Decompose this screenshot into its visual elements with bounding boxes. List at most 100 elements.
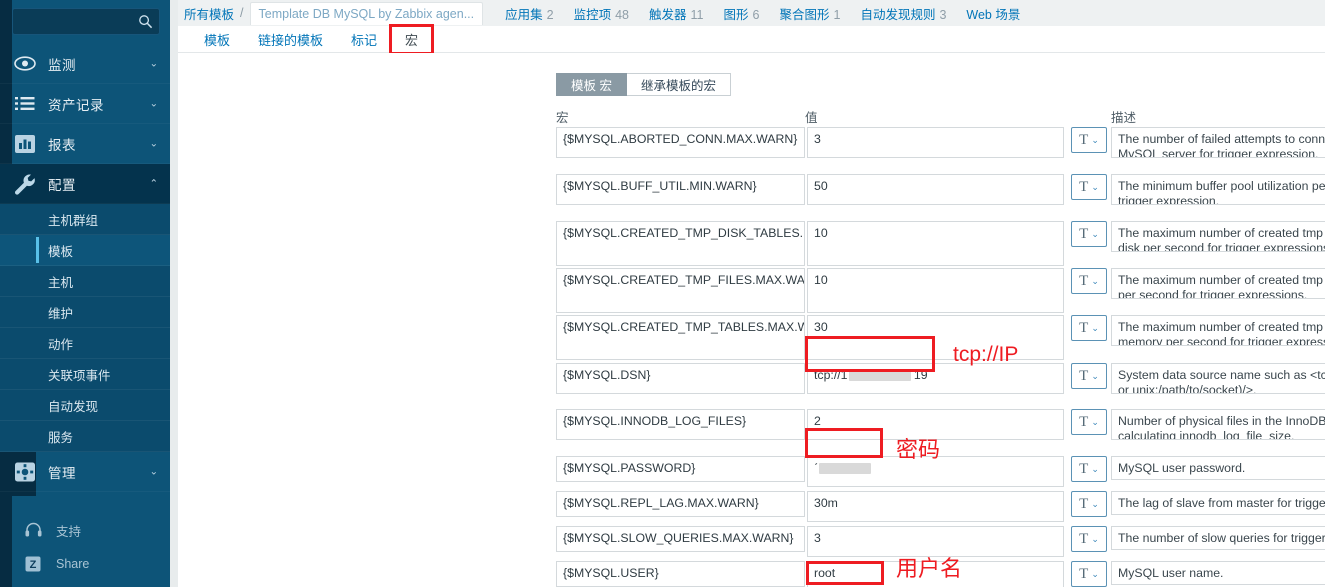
breadcrumb-link-screens[interactable]: 聚合图形 1 xyxy=(779,4,840,23)
sidebar-item-configuration[interactable]: 配置 ⌃ xyxy=(0,164,170,204)
macro-type-button[interactable]: T ⌄ xyxy=(1071,561,1107,587)
macro-description-input[interactable]: The minimum buffer pool utilization perc… xyxy=(1111,174,1325,205)
macro-type-button[interactable]: T ⌄ xyxy=(1071,409,1107,435)
link-label[interactable]: 图形 xyxy=(724,8,749,22)
link-label[interactable]: 应用集 xyxy=(505,8,543,22)
macro-name-input[interactable]: {$MYSQL.INNODB_LOG_FILES} xyxy=(556,409,805,440)
search-input[interactable] xyxy=(19,9,133,34)
macro-description-input[interactable]: MySQL user name. xyxy=(1111,561,1325,585)
tab-macros[interactable]: 宏 xyxy=(389,23,435,55)
chevron-up-icon: ⌃ xyxy=(149,178,158,189)
macro-value-input[interactable]: 30 xyxy=(807,315,1064,360)
sidebar-nav: 监测 ⌄ 资产记录 ⌄ 报表 ⌄ 配置 ⌃ 主机群组 模板 主机 维护 动作 关… xyxy=(0,44,170,496)
segment-template-macros[interactable]: 模板 宏 xyxy=(556,73,627,96)
macro-value-input[interactable]: 10 xyxy=(807,268,1064,313)
macro-name-input[interactable]: {$MYSQL.CREATED_TMP_TABLES.MAX.WARN} xyxy=(556,315,805,360)
macro-rows: {$MYSQL.ABORTED_CONN.MAX.WARN} 3 T ⌄ The num… xyxy=(178,127,1325,587)
sidebar-item-monitoring[interactable]: 监测 ⌄ xyxy=(0,44,170,84)
macro-name-input[interactable]: {$MYSQL.DSN} xyxy=(556,363,805,394)
macro-name-input[interactable]: {$MYSQL.CREATED_TMP_FILES.MAX.WARN} xyxy=(556,268,805,313)
search-box[interactable] xyxy=(12,8,160,35)
sidebar-item-hosts[interactable]: 主机 xyxy=(0,266,170,297)
macro-type-button[interactable]: T ⌄ xyxy=(1071,174,1107,200)
breadcrumb-link-graphs[interactable]: 图形 6 xyxy=(724,4,760,23)
macro-description-input[interactable]: MySQL user password. xyxy=(1111,456,1325,480)
macro-type-button[interactable]: T ⌄ xyxy=(1071,491,1107,517)
sidebar-item-services[interactable]: 服务 xyxy=(0,421,170,452)
sidebar-item-host-groups[interactable]: 主机群组 xyxy=(0,204,170,235)
macro-value-input[interactable]: tcp://1 19 xyxy=(807,363,1064,394)
sidebar-item-reports[interactable]: 报表 ⌄ xyxy=(0,124,170,164)
macro-value-input[interactable]: 30m xyxy=(807,491,1064,522)
macro-name-input[interactable]: {$MYSQL.BUFF_UTIL.MIN.WARN} xyxy=(556,174,805,205)
macro-type-button[interactable]: T ⌄ xyxy=(1071,363,1107,389)
tab-bar: 模板 链接的模板 标记 宏 xyxy=(178,23,1325,55)
sidebar-search[interactable] xyxy=(12,8,160,35)
tab-linked-templates[interactable]: 链接的模板 xyxy=(244,26,337,53)
sidebar-item-actions[interactable]: 动作 xyxy=(0,328,170,359)
sidebar-item-templates[interactable]: 模板 xyxy=(0,235,170,266)
sidebar-item-share[interactable]: Z Share xyxy=(0,547,170,581)
macro-name-input[interactable]: {$MYSQL.SLOW_QUERIES.MAX.WARN} xyxy=(556,526,805,552)
macro-description-input[interactable]: The number of failed attempts to connect… xyxy=(1111,127,1325,158)
macro-type-button[interactable]: T ⌄ xyxy=(1071,315,1107,341)
macros-panel: 模板 宏 继承模板的宏 宏 值 描述 {$MYSQL.ABORTED_CONN.… xyxy=(178,53,1325,587)
table-row: {$MYSQL.BUFF_UTIL.MIN.WARN} 50 T ⌄ The minim… xyxy=(178,174,1325,205)
macro-type-button[interactable]: T ⌄ xyxy=(1071,127,1107,153)
tab-tags[interactable]: 标记 xyxy=(337,26,391,53)
macro-value-input[interactable]: 10 xyxy=(807,221,1064,266)
link-count: 48 xyxy=(615,7,629,22)
macro-description-input[interactable]: The maximum number of created tmp tables… xyxy=(1111,315,1325,346)
sidebar-item-correlation[interactable]: 关联项事件 xyxy=(0,359,170,390)
macro-description-input[interactable]: Number of physical files in the InnoDB r… xyxy=(1111,409,1325,440)
table-row: {$MYSQL.CREATED_TMP_TABLES.MAX.WARN}30 T⌄… xyxy=(178,315,1325,360)
breadcrumb-link-applications[interactable]: 应用集 2 xyxy=(505,4,553,23)
macro-name-input[interactable]: {$MYSQL.REPL_LAG.MAX.WARN} xyxy=(556,491,805,517)
macro-description-input[interactable]: The number of slow queries for trigger e… xyxy=(1111,526,1325,550)
link-label[interactable]: 监控项 xyxy=(574,8,612,22)
breadcrumb-link-discovery-rules[interactable]: 自动发现规则 3 xyxy=(860,4,946,23)
link-label[interactable]: 触发器 xyxy=(649,8,687,22)
table-row: {$MYSQL.INNODB_LOG_FILES} 2 T ⌄ Number of ph… xyxy=(178,409,1325,440)
macro-type-button[interactable]: T ⌄ xyxy=(1071,268,1107,294)
chevron-down-icon: ⌄ xyxy=(1091,568,1099,579)
macro-description-input[interactable]: The maximum number of created tmp files … xyxy=(1111,268,1325,299)
macro-description-input[interactable]: The lag of slave from master for trigger… xyxy=(1111,491,1325,515)
segment-inherited-macros[interactable]: 继承模板的宏 xyxy=(626,73,731,96)
macro-value-input[interactable]: 50 xyxy=(807,174,1064,205)
link-label[interactable]: Web 场景 xyxy=(966,8,1020,22)
macro-type-button[interactable]: T ⌄ xyxy=(1071,221,1107,247)
breadcrumb-link-web-scenarios[interactable]: Web 场景 xyxy=(966,4,1020,23)
macro-name-input[interactable]: {$MYSQL.ABORTED_CONN.MAX.WARN} xyxy=(556,127,805,158)
breadcrumb-all-templates[interactable]: 所有模板 xyxy=(184,4,234,23)
search-icon[interactable] xyxy=(138,14,153,29)
breadcrumb-link-triggers[interactable]: 触发器 11 xyxy=(649,4,704,23)
text-type-icon: T xyxy=(1079,178,1089,195)
breadcrumb-current-template[interactable]: Template DB MySQL by Zabbix agen... xyxy=(249,1,484,25)
link-label[interactable]: 自动发现规则 xyxy=(860,8,935,22)
table-row: {$MYSQL.REPL_LAG.MAX.WARN} 30m T ⌄ The lag o… xyxy=(178,491,1325,522)
macro-name-input[interactable]: {$MYSQL.CREATED_TMP_DISK_TABLES.MAX.WARN… xyxy=(556,221,805,266)
annotation-label-dsn: tcp://IP xyxy=(953,343,1019,366)
sidebar-item-discovery[interactable]: 自动发现 xyxy=(0,390,170,421)
breadcrumb: 所有模板 / Template DB MySQL by Zabbix agen.… xyxy=(178,0,1325,26)
column-header-macro: 宏 xyxy=(556,111,569,125)
link-label[interactable]: 聚合图形 xyxy=(779,8,829,22)
tab-template[interactable]: 模板 xyxy=(190,26,244,53)
sidebar-item-maintenance[interactable]: 维护 xyxy=(0,297,170,328)
macro-type-button[interactable]: T ⌄ xyxy=(1071,456,1107,482)
macro-scope-toggle: 模板 宏 继承模板的宏 xyxy=(556,73,731,96)
sidebar-item-label: 报表 xyxy=(48,137,76,153)
sidebar-item-inventory[interactable]: 资产记录 ⌄ xyxy=(0,84,170,124)
macro-name-input[interactable]: {$MYSQL.USER} xyxy=(556,561,805,587)
macro-name-input[interactable]: {$MYSQL.PASSWORD} xyxy=(556,456,805,482)
macro-type-button[interactable]: T ⌄ xyxy=(1071,526,1107,552)
macro-description-input[interactable]: System data source name such as <tcp://h… xyxy=(1111,363,1325,394)
sidebar-item-support[interactable]: 支持 xyxy=(0,513,170,547)
sub-item-label: 主机 xyxy=(48,275,74,290)
link-count: 11 xyxy=(690,7,704,22)
breadcrumb-link-items[interactable]: 监控项 48 xyxy=(574,4,629,23)
macro-description-input[interactable]: The maximum number of created tmp tables… xyxy=(1111,221,1325,252)
sidebar-item-administration[interactable]: 管理 ⌄ xyxy=(0,452,170,492)
macro-value-input[interactable]: 3 xyxy=(807,127,1064,158)
